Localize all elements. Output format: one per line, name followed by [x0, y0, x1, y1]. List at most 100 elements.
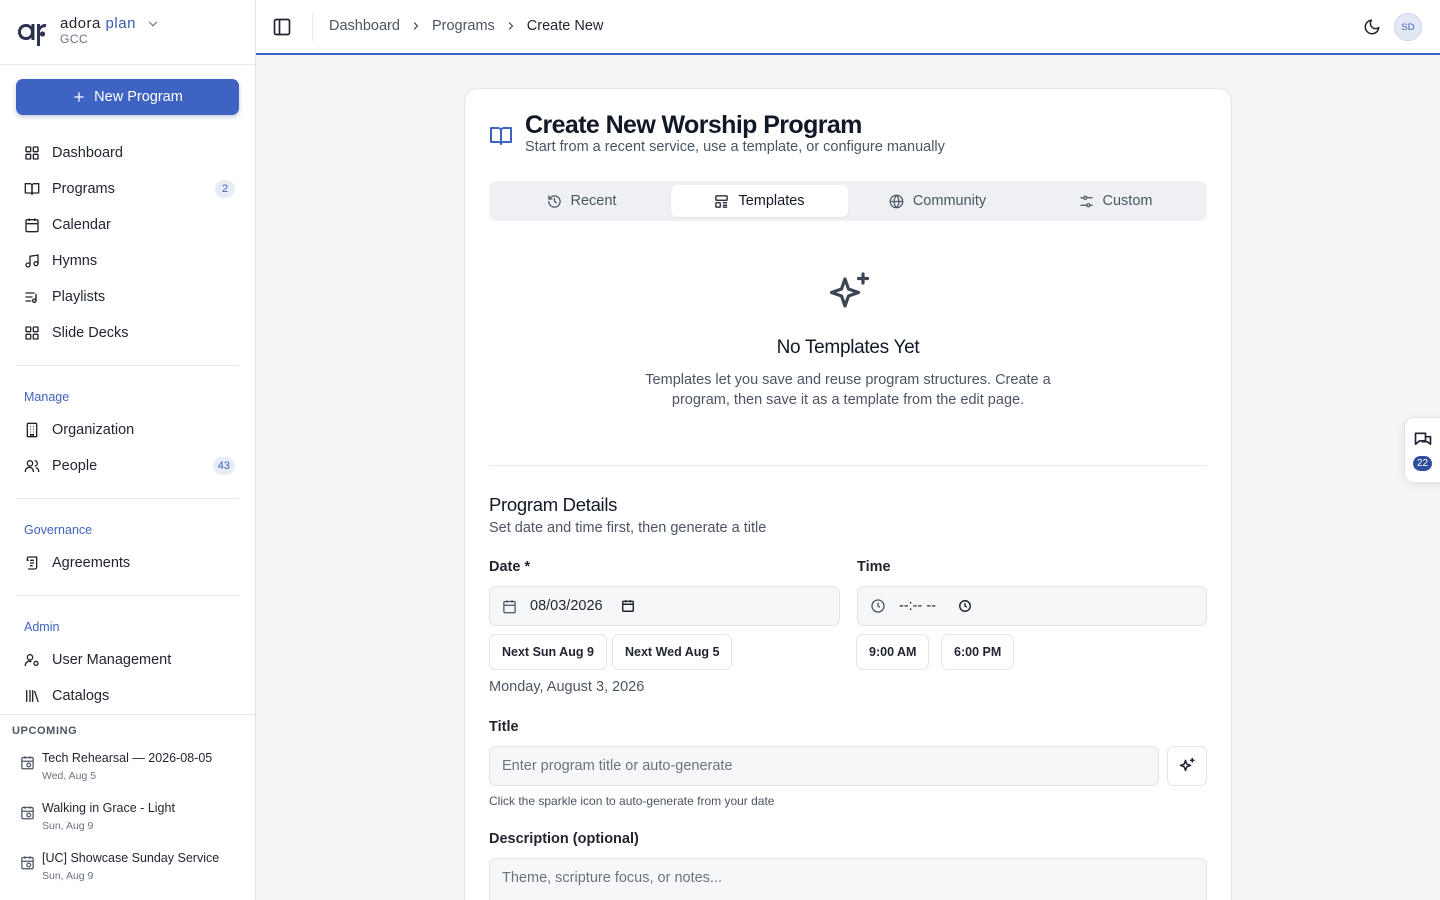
building-icon — [26, 422, 38, 438]
sidebar-item-label: Programs — [52, 181, 115, 197]
section-label-manage: Manage — [24, 390, 70, 404]
title-hint: Click the sparkle icon to auto-generate … — [489, 794, 775, 808]
time-value: --:-- -- — [899, 598, 937, 614]
sidebar-item-label: Slide Decks — [52, 325, 129, 341]
moon-icon[interactable] — [1363, 18, 1381, 36]
sidebar-item-label: User Management — [52, 652, 172, 668]
sidebar-item-hymns[interactable]: Hymns — [16, 245, 239, 277]
upcoming-title: UPCOMING — [12, 725, 78, 737]
divider — [312, 13, 313, 41]
book-open-icon — [490, 127, 512, 145]
quick-time-evening[interactable]: 6:00 PM — [941, 634, 1015, 670]
title-input[interactable]: Enter program title or auto-generate — [489, 746, 1159, 786]
count-badge: 2 — [215, 180, 235, 198]
page-title: Create New Worship Program — [525, 111, 862, 139]
upcoming-date: Sun, Aug 9 — [42, 820, 94, 832]
sidebar-item-programs[interactable]: Programs 2 — [16, 173, 239, 205]
new-program-label: New Program — [94, 89, 183, 105]
calendar-picker-icon[interactable] — [621, 599, 635, 613]
tab-community[interactable]: Community — [849, 185, 1026, 217]
date-value: 08/03/2026 — [530, 598, 603, 614]
calendar-clock-icon — [21, 756, 34, 770]
sidebar-item-label: Calendar — [52, 217, 111, 233]
date-label: Date * — [489, 559, 531, 575]
divider — [489, 465, 1207, 466]
sidebar-item-label: Catalogs — [52, 688, 110, 704]
feedback-count-badge: 22 — [1413, 456, 1432, 471]
avatar[interactable]: SD — [1394, 13, 1422, 41]
book-icon — [24, 183, 40, 195]
divider — [16, 595, 239, 596]
upcoming-date: Wed, Aug 5 — [42, 770, 97, 782]
sidebar-item-catalogs[interactable]: Catalogs — [16, 680, 239, 712]
sparkles-icon — [829, 272, 870, 308]
playlist-icon — [25, 292, 37, 303]
upcoming-panel: UPCOMING Tech Rehearsal — 2026-08-05 Wed… — [0, 714, 255, 900]
sidebar-item-label: Hymns — [52, 253, 98, 269]
source-tabs: Recent Templates Community Custom — [489, 181, 1207, 221]
quick-date-next-sunday[interactable]: Next Sun Aug 9 — [489, 634, 607, 670]
sidebar-item-label: People — [52, 458, 98, 474]
date-input[interactable]: 08/03/2026 — [489, 586, 840, 626]
section-label-admin: Admin — [24, 620, 60, 634]
sidebar-item-agreements[interactable]: Agreements — [16, 547, 239, 579]
quick-time-morning[interactable]: 9:00 AM — [856, 634, 930, 670]
empty-state-description: Templates let you save and reuse program… — [645, 372, 1051, 408]
chevron-down-icon — [148, 21, 158, 27]
grid-icon — [25, 146, 39, 160]
sidebar-item-label: Agreements — [52, 555, 131, 571]
sidebar-toggle-icon[interactable] — [272, 17, 292, 37]
chevron-right-icon — [508, 22, 514, 30]
brand-org: GCC — [60, 32, 89, 46]
sidebar-item-label: Organization — [52, 422, 135, 438]
time-label: Time — [857, 559, 891, 575]
description-placeholder: Theme, scripture focus, or notes... — [502, 870, 723, 886]
sidebar-item-calendar[interactable]: Calendar — [16, 209, 239, 241]
sidebar-item-user-management[interactable]: User Management — [16, 644, 239, 676]
calendar-icon — [25, 218, 39, 233]
scroll-icon — [26, 556, 38, 570]
upcoming-name: Walking in Grace - Light — [42, 801, 175, 815]
sidebar-item-dashboard[interactable]: Dashboard — [16, 137, 239, 169]
upcoming-name: [UC] Showcase Sunday Service — [42, 851, 220, 865]
tab-label: Custom — [1102, 193, 1153, 209]
description-textarea[interactable]: Theme, scripture focus, or notes... — [489, 858, 1207, 900]
calendar-clock-icon — [21, 806, 34, 820]
user-cog-icon — [24, 654, 39, 666]
sidebar-item-playlists[interactable]: Playlists — [16, 281, 239, 313]
sidebar-item-slide-decks[interactable]: Slide Decks — [16, 317, 239, 349]
time-input[interactable]: --:-- -- — [857, 586, 1207, 626]
sidebar-item-label: Dashboard — [52, 145, 123, 161]
plus-icon — [74, 92, 84, 102]
tab-label: Recent — [570, 193, 617, 209]
tab-recent[interactable]: Recent — [493, 185, 670, 217]
empty-state-title: No Templates Yet — [776, 337, 920, 358]
feedback-widget[interactable]: 22 — [1404, 417, 1440, 483]
description-label: Description (optional) — [489, 831, 639, 847]
section-title: Program Details — [489, 494, 618, 515]
tab-templates[interactable]: Templates — [671, 185, 848, 217]
tab-label: Templates — [738, 193, 805, 209]
count-badge: 43 — [212, 457, 235, 475]
sidebar-item-people[interactable]: People 43 — [16, 450, 239, 482]
sidebar-item-organization[interactable]: Organization — [16, 414, 239, 446]
sidebar: adora plan GCC New Program Dashboard Pro… — [0, 0, 256, 900]
tab-label: Community — [912, 193, 987, 209]
chevron-right-icon — [413, 22, 419, 30]
title-label: Title — [489, 719, 519, 735]
grid-icon — [25, 326, 39, 340]
upcoming-name: Tech Rehearsal — 2026-08-05 — [42, 751, 213, 765]
breadcrumb-dashboard[interactable]: Dashboard — [329, 18, 400, 34]
tab-custom[interactable]: Custom — [1027, 185, 1204, 217]
breadcrumb-programs[interactable]: Programs — [432, 18, 495, 34]
template-icon — [715, 194, 729, 208]
calendar-clock-icon — [21, 856, 34, 870]
brand-name: adora plan — [60, 15, 136, 32]
time-picker-icon[interactable] — [958, 599, 972, 613]
new-program-button[interactable]: New Program — [16, 79, 239, 115]
topbar: Dashboard Programs Create New SD — [256, 0, 1440, 55]
brand-switcher[interactable]: adora plan GCC — [0, 0, 255, 65]
auto-generate-title-button[interactable] — [1167, 746, 1207, 786]
sidebar-item-label: Playlists — [52, 289, 106, 305]
quick-date-next-wednesday[interactable]: Next Wed Aug 5 — [612, 634, 733, 670]
